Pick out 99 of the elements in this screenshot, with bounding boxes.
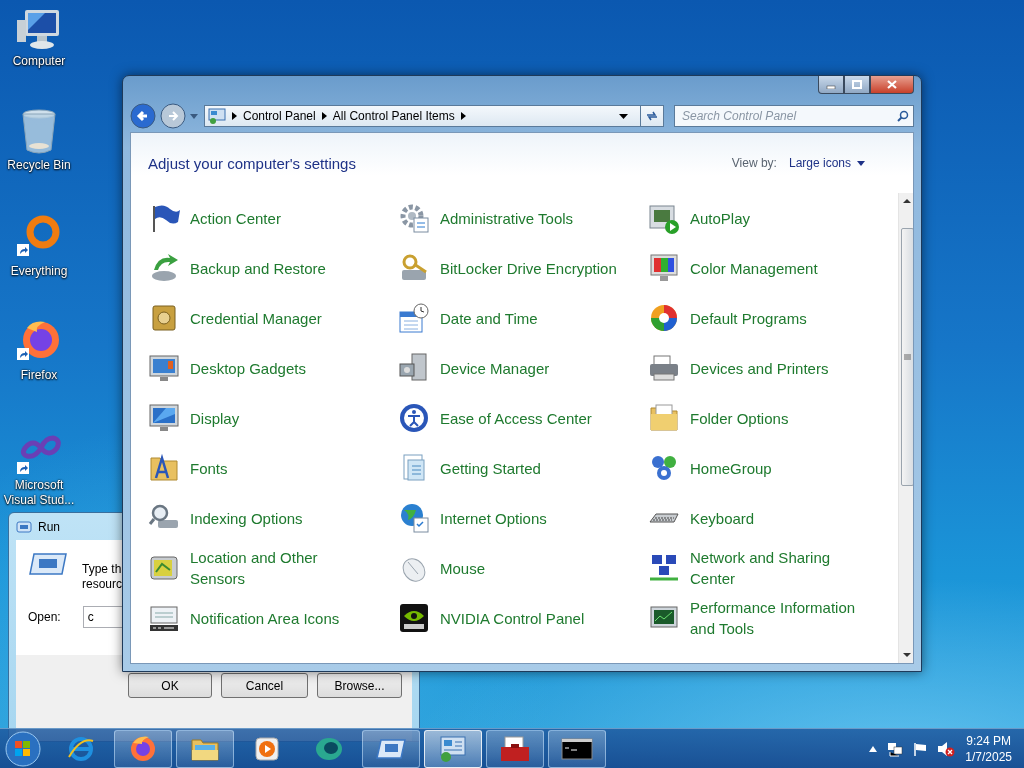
monitor-icon <box>148 402 180 434</box>
taskbar-button[interactable] <box>362 729 420 768</box>
minimize-button[interactable] <box>818 76 844 94</box>
run-icon <box>375 737 407 760</box>
search-field[interactable]: Search Control Panel <box>674 105 914 127</box>
control-panel-item[interactable]: Credential Manager <box>148 293 322 343</box>
dialog-button[interactable]: Cancel <box>221 673 308 698</box>
page-heading: Adjust your computer's settings <box>148 154 356 172</box>
media-play-icon <box>648 202 680 234</box>
control-panel-item[interactable]: Date and Time <box>398 293 538 343</box>
control-panel-item[interactable]: Action Center <box>148 193 281 243</box>
dialog-button[interactable]: OK <box>128 673 212 698</box>
nvidia-icon <box>398 602 430 634</box>
control-panel-item[interactable]: Color Management <box>648 243 818 293</box>
control-panel-item[interactable]: Administrative Tools <box>398 193 574 243</box>
chevron-icon <box>232 112 237 120</box>
search-icon <box>897 110 909 122</box>
color-monitor-icon <box>648 252 680 284</box>
desktop-icon-label[interactable]: Microsoft Visual Stud... <box>1 478 77 508</box>
chevron-icon <box>321 112 327 120</box>
open-label: Open: <box>28 610 61 624</box>
clock[interactable]: 9:24 PM 1/7/2025 <box>965 732 1012 765</box>
breadcrumb-link[interactable]: All Control Panel Items <box>332 109 455 123</box>
maximize-icon <box>852 80 862 89</box>
run-icon <box>28 552 68 576</box>
network-icon <box>887 740 904 757</box>
control-panel-item[interactable]: Location and Other Sensors <box>148 543 371 593</box>
monitor-icon <box>148 352 180 384</box>
control-panel-item[interactable]: Device Manager <box>398 343 550 393</box>
control-panel-item[interactable]: Getting Started <box>398 443 541 493</box>
view-by-label: View by: <box>731 156 777 170</box>
dropdown-caret-icon <box>619 113 628 119</box>
windows-logo-icon <box>4 729 42 768</box>
desktop-icon-label[interactable]: Everything <box>1 264 77 279</box>
grip-icon <box>903 354 911 360</box>
view-by-dropdown[interactable]: Large icons <box>788 156 865 170</box>
control-panel-item[interactable]: Fonts <box>148 443 228 493</box>
control-panel-item[interactable]: Network and Sharing Center <box>648 543 871 593</box>
control-panel-item[interactable]: Default Programs <box>648 293 807 343</box>
desktop-icon-label[interactable]: Recycle Bin <box>1 158 77 173</box>
folder-icon <box>148 452 180 484</box>
control-panel-item[interactable]: Desktop Gadgets <box>148 343 306 393</box>
colored-ball-icon <box>648 302 680 334</box>
control-panel-item[interactable]: Ease of Access Center <box>398 393 592 443</box>
close-icon <box>887 80 897 89</box>
computer-tower-icon <box>398 352 430 384</box>
chevron-icon <box>460 112 466 120</box>
up-arrow-icon <box>869 745 878 752</box>
calendar-clock-icon <box>398 302 430 334</box>
control-panel-item[interactable]: AutoPlay <box>648 193 751 243</box>
firefox-icon <box>129 734 157 763</box>
folder-icon <box>648 402 680 434</box>
taskbar-button[interactable] <box>548 729 606 768</box>
network-icon <box>648 552 680 584</box>
forward-button[interactable] <box>160 103 186 129</box>
accessibility-icon <box>398 402 430 434</box>
control-panel-item[interactable]: Keyboard <box>648 493 755 543</box>
back-button[interactable] <box>130 103 156 129</box>
control-panel-item[interactable]: Internet Options <box>398 493 547 543</box>
caret-icon <box>857 160 865 166</box>
desktop-icon-label[interactable]: Firefox <box>1 368 77 383</box>
scrollbar[interactable] <box>898 193 913 663</box>
play-icon <box>254 735 280 762</box>
desktop-icon-label[interactable]: Computer <box>1 54 77 69</box>
close-button[interactable] <box>870 76 914 94</box>
address-bar[interactable]: Control Panel All Control Panel Items <box>204 105 641 127</box>
prompt-text: Type th <box>82 562 122 577</box>
flag-icon <box>913 741 928 756</box>
dialog-button[interactable]: Browse... <box>317 673 402 698</box>
gear-icon <box>398 202 430 234</box>
control-panel-icon <box>208 108 226 124</box>
refresh-button[interactable] <box>640 105 664 127</box>
start-button[interactable] <box>4 729 42 768</box>
prompt-text: resourc <box>82 577 122 592</box>
control-panel-item[interactable]: Backup and Restore <box>148 243 326 293</box>
printer-icon <box>648 352 680 384</box>
control-panel-item[interactable]: HomeGroup <box>648 443 772 493</box>
control-panel-item[interactable]: NVIDIA Control Panel <box>398 593 585 643</box>
browser-e-icon <box>67 734 95 763</box>
control-panel-item[interactable]: Performance Information and Tools <box>648 593 871 643</box>
breadcrumb-link[interactable]: Control Panel <box>243 109 316 123</box>
control-panel-icon <box>438 734 468 763</box>
run-icon <box>16 520 32 533</box>
dialog-title: Run <box>38 519 60 534</box>
maximize-button[interactable] <box>844 76 870 94</box>
globe-icon <box>398 502 430 534</box>
taskbar-button[interactable] <box>486 729 544 768</box>
refresh-icon <box>645 110 659 122</box>
toolbox-icon <box>499 734 531 763</box>
control-panel-item[interactable]: BitLocker Drive Encryption <box>398 243 617 293</box>
control-panel-item[interactable]: Folder Options <box>648 393 789 443</box>
control-panel-item[interactable]: Display <box>148 393 240 443</box>
control-panel-item[interactable]: Mouse <box>398 543 486 593</box>
terminal-icon <box>561 737 593 760</box>
control-panel-item[interactable]: Notification Area Icons <box>148 593 340 643</box>
control-panel-item[interactable]: Devices and Printers <box>648 343 829 393</box>
caret-icon <box>190 113 198 119</box>
scrollbar-thumb[interactable] <box>900 228 913 486</box>
control-panel-item[interactable]: Indexing Options <box>148 493 303 543</box>
